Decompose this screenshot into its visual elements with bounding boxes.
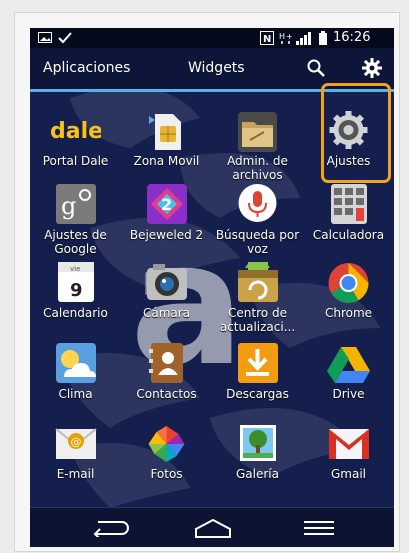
home-icon[interactable] [193,517,233,539]
app-ajustes-google[interactable]: g Ajustes de Google [30,178,121,258]
bejeweled-icon: 2 [141,182,192,228]
search-icon[interactable] [307,59,325,77]
email-icon: @ [50,421,101,467]
clock: 16:26 [333,30,371,45]
menu-icon[interactable] [304,521,334,535]
tab-aplicaciones[interactable]: Aplicaciones [43,60,130,76]
google-settings-icon: g [50,182,101,228]
battery-icon [319,31,327,45]
svg-text:9: 9 [70,280,83,301]
app-drive[interactable]: Drive [303,337,394,417]
signal-icon [296,32,311,45]
sim-card-icon [141,108,192,154]
svg-text:vie: vie [70,265,80,273]
svg-text:+: + [286,32,293,41]
calculator-icon [323,182,374,228]
folder-icon [232,108,283,154]
app-bejeweled[interactable]: 2 Bejeweled 2 [121,178,212,258]
microphone-icon [232,182,283,228]
app-contactos[interactable]: Contactos [121,337,212,417]
download-icon [232,341,283,387]
app-gmail[interactable]: Gmail [303,417,394,497]
update-center-icon [232,260,283,306]
svg-text:@: @ [71,436,82,449]
gear-icon[interactable] [362,58,382,78]
nfc-icon: N [260,31,274,45]
app-busqueda-voz[interactable]: Búsqueda por voz [212,178,303,258]
app-clima[interactable]: Clima [30,337,121,417]
photos-icon [141,421,192,467]
back-icon[interactable] [88,519,132,537]
app-galeria[interactable]: Galería [212,417,303,497]
gmail-icon [323,421,374,467]
app-camara[interactable]: Cámara [121,256,212,336]
chrome-icon [323,260,374,306]
app-admin-archivos[interactable]: Admin. de archivos [212,104,303,184]
gallery-icon [232,421,283,467]
app-calculadora[interactable]: Calculadora [303,178,394,258]
status-bar: N H + 16:26 [30,28,394,48]
svg-text:g: g [61,192,76,220]
ajustes-highlight-box [321,83,391,183]
weather-icon [50,341,101,387]
app-descargas[interactable]: Descargas [212,337,303,417]
app-calendario[interactable]: vie 9 Calendario [30,256,121,336]
check-icon [58,32,72,44]
app-portal-dale[interactable]: dale Portal Dale [30,104,121,184]
app-zona-movil[interactable]: Zona Movil [121,104,212,184]
svg-text:N: N [263,34,271,45]
image-icon [38,32,52,43]
svg-text:dale: dale [50,119,101,144]
calendar-icon: vie 9 [50,260,101,306]
dale-logo: dale [50,108,103,154]
app-chrome[interactable]: Chrome [303,256,394,336]
svg-text:2: 2 [161,195,172,214]
svg-text:H: H [279,32,285,41]
hplus-icon: H + [279,32,293,44]
contacts-icon [141,341,192,387]
drive-icon [323,341,374,387]
tab-widgets[interactable]: Widgets [188,60,245,76]
navigation-bar [30,507,394,547]
app-email[interactable]: @ E-mail [30,417,121,497]
app-centro-actualizacion[interactable]: Centro de actualizaci... [212,256,303,336]
app-fotos[interactable]: Fotos [121,417,212,497]
camera-icon [141,260,192,306]
